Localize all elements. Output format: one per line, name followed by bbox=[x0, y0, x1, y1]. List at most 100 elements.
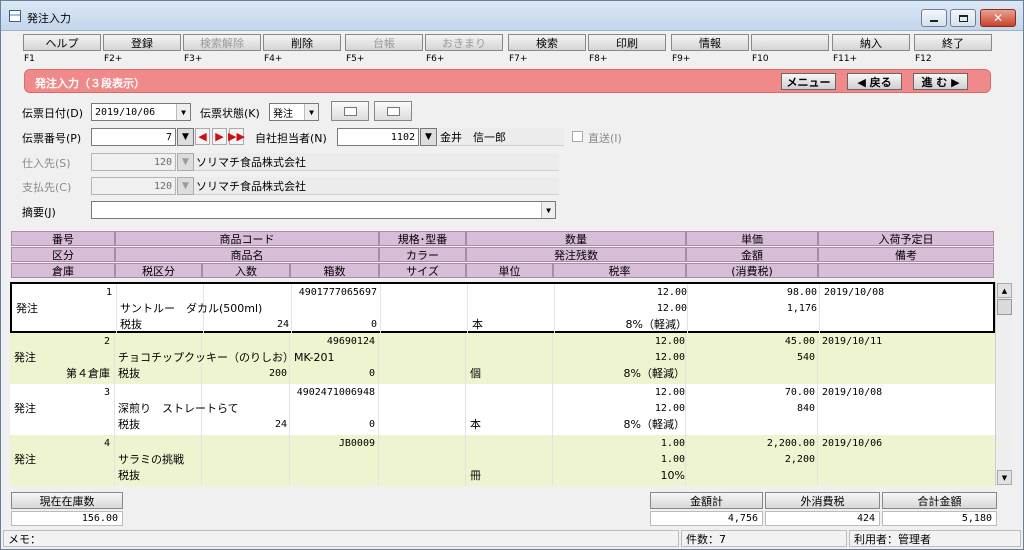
cell-amount: 540 bbox=[796, 352, 815, 363]
fkey-button-1[interactable]: ヘルプ bbox=[23, 34, 101, 51]
cell-irisu bbox=[202, 468, 287, 484]
fkey-label-12: F12 bbox=[915, 54, 932, 64]
scroll-down-icon[interactable]: ▼ bbox=[997, 470, 1012, 485]
copy-slip-button[interactable] bbox=[331, 101, 369, 121]
paste-slip-button[interactable] bbox=[374, 101, 412, 121]
scroll-up-icon[interactable]: ▲ bbox=[997, 283, 1012, 298]
menu-button[interactable]: メニュー bbox=[781, 73, 836, 90]
close-button[interactable]: ✕ bbox=[980, 9, 1016, 27]
fkey-button-9[interactable]: 情報 bbox=[671, 34, 749, 51]
cell-code: 49690124 bbox=[326, 336, 375, 347]
column-header: 商品名 bbox=[115, 247, 379, 262]
slip-icon bbox=[386, 106, 400, 116]
search-icon[interactable]: ▼ bbox=[177, 177, 194, 195]
last-record-icon[interactable]: ▶▶ bbox=[228, 128, 245, 145]
maximize-button[interactable] bbox=[950, 9, 976, 27]
cell-tax: 税抜 bbox=[118, 367, 140, 380]
cell-kubun: 発注 bbox=[14, 402, 36, 415]
fkey-button-12[interactable]: 終了 bbox=[914, 34, 992, 51]
table-row[interactable]: 3 4902471006948 12.00 70.00 2019/10/08 発注 深煎り … bbox=[10, 384, 995, 435]
payee-label: 支払先(C) bbox=[22, 181, 72, 194]
cell-no: 3 bbox=[103, 387, 110, 398]
column-divider bbox=[817, 333, 818, 384]
cell-name: サントルー ダカル(500ml) bbox=[120, 302, 263, 315]
forward-button[interactable]: 進 む ▶ bbox=[913, 73, 968, 90]
table-row[interactable]: 1 4901777065697 12.00 98.00 2019/10/08 発注 サントル… bbox=[10, 282, 995, 335]
date-field[interactable]: 2019/10/06 ▼ bbox=[91, 103, 191, 121]
search-icon[interactable]: ▼ bbox=[177, 153, 194, 171]
column-header: 発注残数 bbox=[466, 247, 686, 262]
fkey-button-3[interactable]: 検索解除 bbox=[183, 34, 261, 51]
fkey-button-6[interactable]: おきまり bbox=[425, 34, 503, 51]
supplier-code-field[interactable]: 120 bbox=[91, 153, 176, 171]
fkey-button-2[interactable]: 登録 bbox=[103, 34, 181, 51]
staff-code-field[interactable]: 1102 bbox=[337, 128, 419, 146]
status-select[interactable]: 発注 ▼ bbox=[269, 103, 319, 121]
search-icon[interactable]: ▼ bbox=[420, 128, 437, 146]
table-row[interactable]: 4 JB0009 1.00 2,200.00 2019/10/06 発注 サラミの挑戦 1.0… bbox=[10, 435, 995, 486]
cell-remain: 12.00 bbox=[654, 352, 685, 363]
fkey-button-8[interactable]: 印刷 bbox=[588, 34, 666, 51]
chevron-down-icon[interactable]: ▼ bbox=[176, 104, 190, 120]
screen-banner: 発注入力（３段表示） メニュー ◀ 戻る 進 む ▶ bbox=[24, 69, 991, 93]
column-divider bbox=[685, 384, 686, 435]
date-label: 伝票日付(D) bbox=[22, 107, 84, 120]
tax-value: 424 bbox=[765, 511, 880, 526]
cell-qty: 12.00 bbox=[656, 287, 687, 298]
table-row[interactable]: 2 49690124 12.00 45.00 2019/10/11 発注 チョコチップクッキ… bbox=[10, 333, 995, 384]
total-value: 4,756 bbox=[650, 511, 763, 526]
maximize-icon bbox=[958, 14, 968, 22]
vertical-scrollbar[interactable]: ▲ ▼ bbox=[995, 282, 1012, 486]
direct-ship-checkbox[interactable] bbox=[572, 131, 583, 142]
cell-kubun: 発注 bbox=[14, 453, 36, 466]
fkey-button-10[interactable] bbox=[751, 34, 829, 51]
column-divider bbox=[687, 284, 688, 335]
next-record-icon[interactable]: ▶ bbox=[212, 128, 227, 145]
column-header: サイズ bbox=[379, 263, 466, 278]
app-icon bbox=[9, 10, 21, 22]
column-header: 入数 bbox=[202, 263, 290, 278]
fkey-button-4[interactable]: 削除 bbox=[263, 34, 341, 51]
tax-label: 外消費税 bbox=[765, 492, 880, 509]
chevron-down-icon[interactable]: ▼ bbox=[541, 202, 555, 218]
chevron-down-icon[interactable]: ▼ bbox=[304, 104, 318, 120]
search-icon[interactable]: ▼ bbox=[177, 128, 194, 146]
fkey-label-11: F11+ bbox=[833, 54, 858, 64]
stock-button[interactable]: 現在在庫数 bbox=[11, 492, 123, 509]
cell-code: 4902471006948 bbox=[296, 387, 375, 398]
column-divider bbox=[817, 384, 818, 435]
cell-warehouse bbox=[10, 417, 110, 433]
cell-tax: 税抜 bbox=[118, 418, 140, 431]
fkey-label-8: F8+ bbox=[589, 54, 608, 64]
cell-name: サラミの挑戦 bbox=[118, 453, 184, 466]
direct-ship-label: 直送(I) bbox=[588, 132, 622, 145]
cell-hako: 0 bbox=[368, 368, 375, 379]
cell-rate: 10% bbox=[660, 469, 685, 482]
cell-name: チョコチップクッキー（のりしお）MK-201 bbox=[118, 351, 335, 364]
fkey-label-10: F10 bbox=[752, 54, 769, 64]
screen-title: 発注入力（３段表示） bbox=[35, 77, 145, 90]
payee-code-field[interactable]: 120 bbox=[91, 177, 176, 195]
fkey-button-7[interactable]: 検索 bbox=[508, 34, 586, 51]
status-label: 伝票状態(K) bbox=[200, 107, 260, 120]
back-button[interactable]: ◀ 戻る bbox=[847, 73, 902, 90]
title-bar: 発注入力 ✕ bbox=[1, 1, 1023, 31]
cell-price: 45.00 bbox=[784, 336, 815, 347]
fkey-button-11[interactable]: 納入 bbox=[832, 34, 910, 51]
first-record-icon[interactable]: ◀ bbox=[195, 128, 210, 145]
fkey-button-5[interactable]: 台帳 bbox=[345, 34, 423, 51]
slip-number-field[interactable]: 7 bbox=[91, 128, 176, 146]
minimize-button[interactable] bbox=[921, 9, 947, 27]
cell-warehouse bbox=[12, 317, 112, 333]
cell-code: 4901777065697 bbox=[298, 287, 377, 298]
cell-date: 2019/10/06 bbox=[822, 438, 883, 449]
cell-irisu: 24 bbox=[276, 319, 289, 330]
column-header: (消費税) bbox=[686, 263, 818, 278]
cell-date: 2019/10/08 bbox=[824, 287, 885, 298]
memo-field[interactable]: ▼ bbox=[91, 201, 556, 219]
cell-rate: 8%（軽減） bbox=[623, 367, 685, 380]
scroll-thumb[interactable] bbox=[997, 299, 1012, 315]
total-label: 金額計 bbox=[650, 492, 763, 509]
column-divider bbox=[465, 384, 466, 435]
column-header: 税率 bbox=[553, 263, 686, 278]
